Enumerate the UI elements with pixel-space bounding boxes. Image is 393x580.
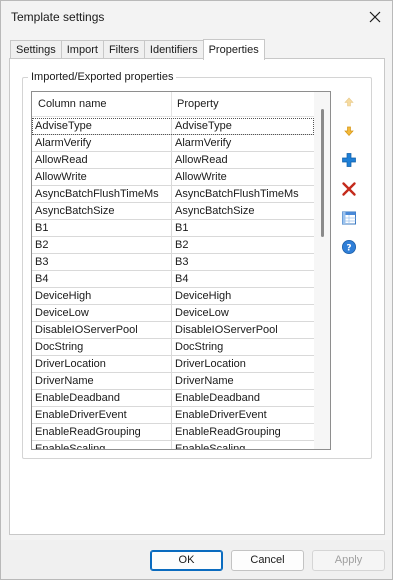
table-button[interactable] [338, 207, 360, 229]
cell-column-name[interactable]: B1 [32, 220, 172, 236]
cell-property[interactable]: B1 [172, 220, 314, 236]
tab-settings[interactable]: Settings [10, 40, 62, 60]
cell-property[interactable]: AsyncBatchSize [172, 203, 314, 219]
move-down-icon [344, 126, 354, 137]
table-row[interactable]: AsyncBatchFlushTimeMs AsyncBatchFlushTime… [32, 186, 314, 203]
cell-property[interactable]: DeviceLow [172, 305, 314, 321]
table-row[interactable]: B2 B2 [32, 237, 314, 254]
cell-column-name[interactable]: EnableDeadband [32, 390, 172, 406]
cell-column-name[interactable]: EnableReadGrouping [32, 424, 172, 440]
cell-property[interactable]: DisableIOServerPool [172, 322, 314, 338]
move-up-icon [344, 97, 354, 107]
move-down-button[interactable] [338, 120, 360, 142]
cell-property[interactable]: EnableReadGrouping [172, 424, 314, 440]
cell-column-name[interactable]: B4 [32, 271, 172, 287]
column-header-property[interactable]: Property [172, 92, 314, 117]
table-row[interactable]: AllowRead AllowRead [32, 152, 314, 169]
table-row[interactable]: AlarmVerify AlarmVerify [32, 135, 314, 152]
column-header-column-name[interactable]: Column name [32, 92, 172, 117]
table-row[interactable]: DocString DocString [32, 339, 314, 356]
delete-icon [342, 182, 356, 196]
cell-property[interactable]: EnableDriverEvent [172, 407, 314, 423]
table-row[interactable]: B4 B4 [32, 271, 314, 288]
grid-header: Column name Property [32, 92, 314, 117]
cell-property[interactable]: AllowRead [172, 152, 314, 168]
groupbox-label: Imported/Exported properties [28, 71, 177, 83]
cancel-button[interactable]: Cancel [231, 550, 304, 571]
table-row[interactable]: DeviceHigh DeviceHigh [32, 288, 314, 305]
window-title: Template settings [11, 10, 105, 24]
scrollbar-thumb[interactable] [321, 109, 324, 237]
table-row[interactable]: DeviceLow DeviceLow [32, 305, 314, 322]
cell-property[interactable]: B2 [172, 237, 314, 253]
ok-button[interactable]: OK [150, 550, 223, 571]
cell-property[interactable]: EnableDeadband [172, 390, 314, 406]
help-button[interactable]: ? [338, 236, 360, 258]
cell-property[interactable]: DriverLocation [172, 356, 314, 372]
cell-property[interactable]: DriverName [172, 373, 314, 389]
table-row[interactable]: DisableIOServerPool DisableIOServerPool [32, 322, 314, 339]
cell-property[interactable]: B4 [172, 271, 314, 287]
table-row[interactable]: B1 B1 [32, 220, 314, 237]
title-bar: Template settings [1, 1, 392, 33]
cell-property[interactable]: B3 [172, 254, 314, 270]
add-button[interactable] [338, 149, 360, 171]
cell-column-name[interactable]: DriverName [32, 373, 172, 389]
cell-column-name[interactable]: AdviseType [32, 118, 172, 134]
tab-filters[interactable]: Filters [102, 40, 145, 60]
cell-column-name[interactable]: B2 [32, 237, 172, 253]
cell-column-name[interactable]: AsyncBatchFlushTimeMs [32, 186, 172, 202]
table-icon [342, 211, 356, 225]
tab-properties[interactable]: Properties [202, 39, 265, 60]
add-icon [342, 153, 356, 167]
delete-button[interactable] [338, 178, 360, 200]
cell-property[interactable]: AdviseType [172, 118, 314, 134]
table-row[interactable]: AdviseType AdviseType [32, 118, 314, 135]
table-row[interactable]: EnableReadGrouping EnableReadGrouping [32, 424, 314, 441]
cell-column-name[interactable]: DeviceHigh [32, 288, 172, 304]
cell-property[interactable]: AllowWrite [172, 169, 314, 185]
table-row[interactable]: DriverLocation DriverLocation [32, 356, 314, 373]
table-row[interactable]: EnableDeadband EnableDeadband [32, 390, 314, 407]
grid-body: AdviseType AdviseType AlarmVerify AlarmVeri… [32, 118, 314, 449]
cell-column-name[interactable]: DocString [32, 339, 172, 355]
svg-text:?: ? [346, 244, 351, 254]
table-row[interactable]: EnableScaling EnableScaling [32, 441, 314, 449]
close-icon [369, 11, 381, 23]
vertical-scrollbar[interactable] [314, 92, 330, 449]
cell-column-name[interactable]: DisableIOServerPool [32, 322, 172, 338]
cell-column-name[interactable]: EnableDriverEvent [32, 407, 172, 423]
cell-property[interactable]: AsyncBatchFlushTimeMs [172, 186, 314, 202]
properties-grid[interactable]: Column name Property AdviseType AdviseTyp… [31, 91, 331, 450]
cell-column-name[interactable]: EnableScaling [32, 441, 172, 449]
tab-strip: Settings Import Filters Identifiers Prop… [10, 39, 265, 60]
cell-property[interactable]: DocString [172, 339, 314, 355]
cell-column-name[interactable]: AlarmVerify [32, 135, 172, 151]
cell-property[interactable]: EnableScaling [172, 441, 314, 449]
close-button[interactable] [358, 1, 392, 33]
cell-column-name[interactable]: AsyncBatchSize [32, 203, 172, 219]
cell-column-name[interactable]: AllowRead [32, 152, 172, 168]
cell-column-name[interactable]: DeviceLow [32, 305, 172, 321]
help-icon: ? [342, 240, 356, 254]
cell-column-name[interactable]: AllowWrite [32, 169, 172, 185]
table-row[interactable]: EnableDriverEvent EnableDriverEvent [32, 407, 314, 424]
cell-property[interactable]: AlarmVerify [172, 135, 314, 151]
table-row[interactable]: B3 B3 [32, 254, 314, 271]
cell-column-name[interactable]: B3 [32, 254, 172, 270]
cell-property[interactable]: DeviceHigh [172, 288, 314, 304]
move-up-button[interactable] [338, 91, 360, 113]
table-row[interactable]: AsyncBatchSize AsyncBatchSize [32, 203, 314, 220]
cell-column-name[interactable]: DriverLocation [32, 356, 172, 372]
table-row[interactable]: DriverName DriverName [32, 373, 314, 390]
tab-identifiers[interactable]: Identifiers [143, 40, 204, 60]
apply-button[interactable]: Apply [312, 550, 385, 571]
tab-import[interactable]: Import [60, 40, 104, 60]
table-row[interactable]: AllowWrite AllowWrite [32, 169, 314, 186]
